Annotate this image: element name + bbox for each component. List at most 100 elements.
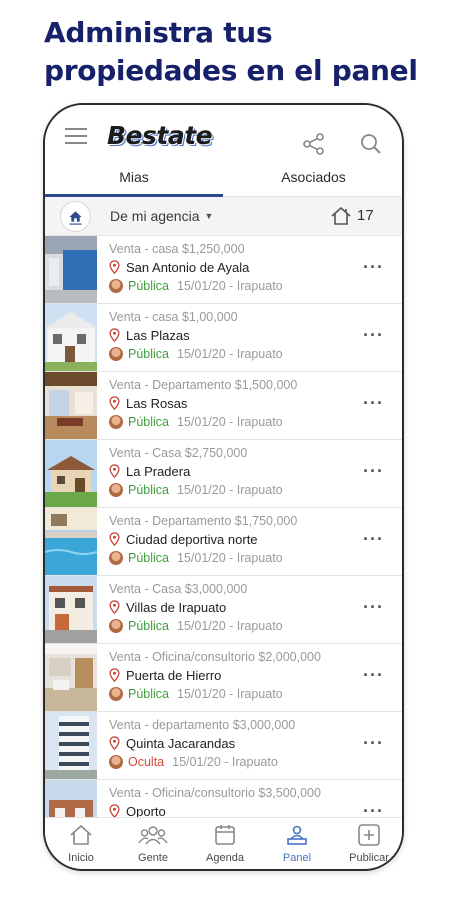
agent-avatar xyxy=(109,619,123,633)
listing-location-text: Puerta de Hierro xyxy=(126,668,222,683)
listing-meta: Oculta 15/01/20 - Irapuato xyxy=(109,755,278,769)
location-pin-icon xyxy=(109,736,120,750)
nav-label-publicar: Publicar xyxy=(349,852,389,864)
listing-type-price: Venta - casa $1,250,000 xyxy=(109,242,245,256)
property-photo xyxy=(45,236,97,303)
property-row[interactable]: Venta - Oficina/consultorio $2,000,000 Pu… xyxy=(45,644,402,712)
listing-type-price: Venta - Departamento $1,500,000 xyxy=(109,378,298,392)
search-icon[interactable] xyxy=(360,133,382,155)
property-row[interactable]: Venta - casa $1,00,000 Las Plazas Pública 1… xyxy=(45,304,402,372)
agency-logo-icon xyxy=(60,201,91,232)
listing-location-text: Villas de Irapuato xyxy=(126,600,227,615)
tab-mias[interactable]: Mias xyxy=(45,157,223,197)
people-icon xyxy=(138,826,168,845)
headline-line-1: Administra tus xyxy=(44,16,273,49)
property-row[interactable]: Venta - Departamento $1,750,000 Ciudad de… xyxy=(45,508,402,576)
listing-meta: Pública 15/01/20 - Irapuato xyxy=(109,687,283,701)
listing-status: Pública xyxy=(128,415,169,429)
listing-location: Puerta de Hierro xyxy=(109,668,221,683)
listing-location: Oporto xyxy=(109,804,166,817)
nav-label-inicio: Inicio xyxy=(68,852,94,864)
listing-meta: Pública 15/01/20 - Irapuato xyxy=(109,415,283,429)
app-logo: Bestate xyxy=(107,121,213,150)
listing-date-city: 15/01/20 - Irapuato xyxy=(177,483,283,497)
panel-icon xyxy=(287,825,307,845)
listing-location-text: San Antonio de Ayala xyxy=(126,260,250,275)
listing-date-city: 15/01/20 - Irapuato xyxy=(172,755,278,769)
listing-meta: Pública 15/01/20 - Irapuato xyxy=(109,483,283,497)
listing-date-city: 15/01/20 - Irapuato xyxy=(177,415,283,429)
property-photo xyxy=(45,508,97,575)
listing-location-text: Ciudad deportiva norte xyxy=(126,532,258,547)
home-icon xyxy=(70,825,92,845)
listing-location-text: La Pradera xyxy=(126,464,191,479)
listing-date-city: 15/01/20 - Irapuato xyxy=(177,687,283,701)
property-photo xyxy=(45,440,97,507)
listing-type-price: Venta - Casa $3,000,000 xyxy=(109,582,248,596)
listing-type-price: Venta - Oficina/consultorio $2,000,000 xyxy=(109,650,321,664)
agency-filter-dropdown[interactable]: De mi agencia ▼ xyxy=(110,208,213,224)
app-top-bar: Bestate xyxy=(45,105,402,157)
more-options-icon[interactable]: ··· xyxy=(363,529,384,550)
nav-inicio[interactable]: Inicio xyxy=(45,823,117,864)
listing-status: Pública xyxy=(128,551,169,565)
nav-agenda[interactable]: Agenda xyxy=(189,823,261,864)
property-row[interactable]: Venta - Casa $2,750,000 La Pradera Pública… xyxy=(45,440,402,508)
nav-gente[interactable]: Gente xyxy=(117,823,189,864)
property-photo xyxy=(45,372,97,439)
listing-location: Ciudad deportiva norte xyxy=(109,532,258,547)
listing-meta: Pública 15/01/20 - Irapuato xyxy=(109,619,283,633)
more-options-icon[interactable]: ··· xyxy=(363,801,384,817)
tab-bar: Mias Asociados xyxy=(45,157,402,197)
agency-filter-bar: De mi agencia ▼ 17 xyxy=(45,197,402,236)
more-options-icon[interactable]: ··· xyxy=(363,665,384,686)
listing-location-text: Las Rosas xyxy=(126,396,188,411)
headline-line-2: propiedades en el panel xyxy=(44,54,418,87)
agent-avatar xyxy=(109,347,123,361)
listing-date-city: 15/01/20 - Irapuato xyxy=(177,619,283,633)
listing-status: Pública xyxy=(128,687,169,701)
agent-avatar xyxy=(109,279,123,293)
plus-square-icon xyxy=(358,824,380,846)
listing-meta: Pública 15/01/20 - Irapuato xyxy=(109,279,283,293)
property-row[interactable]: Venta - Oficina/consultorio $3,500,000 Op… xyxy=(45,780,402,817)
listing-status: Pública xyxy=(128,619,169,633)
location-pin-icon xyxy=(109,668,120,682)
more-options-icon[interactable]: ··· xyxy=(363,257,384,278)
property-photo xyxy=(45,712,97,779)
location-pin-icon xyxy=(109,260,120,274)
more-options-icon[interactable]: ··· xyxy=(363,325,384,346)
listing-meta: Pública 15/01/20 - Irapuato xyxy=(109,347,283,361)
property-row[interactable]: Venta - Casa $3,000,000 Villas de Irapuat… xyxy=(45,576,402,644)
more-options-icon[interactable]: ··· xyxy=(363,597,384,618)
caret-down-icon: ▼ xyxy=(204,211,214,221)
phone-frame: Bestate Mias Asociados De mi agencia ▼ 1… xyxy=(43,103,404,871)
property-row[interactable]: Venta - Departamento $1,500,000 Las Rosas… xyxy=(45,372,402,440)
agent-avatar xyxy=(109,755,123,769)
more-options-icon[interactable]: ··· xyxy=(363,393,384,414)
nav-label-gente: Gente xyxy=(138,852,168,864)
hamburger-menu-icon[interactable] xyxy=(65,128,87,144)
location-pin-icon xyxy=(109,328,120,342)
property-photo xyxy=(45,576,97,643)
more-options-icon[interactable]: ··· xyxy=(363,461,384,482)
property-row[interactable]: Venta - departamento $3,000,000 Quinta Ja… xyxy=(45,712,402,780)
nav-label-panel: Panel xyxy=(282,852,312,864)
listing-type-price: Venta - departamento $3,000,000 xyxy=(109,718,296,732)
listing-status: Pública xyxy=(128,483,169,497)
agent-avatar xyxy=(109,551,123,565)
property-photo xyxy=(45,644,97,711)
calendar-icon xyxy=(215,825,235,845)
nav-publicar[interactable]: Publicar xyxy=(333,823,402,864)
listing-type-price: Venta - Casa $2,750,000 xyxy=(109,446,248,460)
listing-type-price: Venta - Departamento $1,750,000 xyxy=(109,514,298,528)
tab-asociados[interactable]: Asociados xyxy=(223,157,402,197)
listing-date-city: 15/01/20 - Irapuato xyxy=(177,347,283,361)
nav-panel[interactable]: Panel xyxy=(261,823,333,864)
property-row[interactable]: Venta - casa $1,250,000 San Antonio de Ay… xyxy=(45,236,402,304)
listing-location: Las Plazas xyxy=(109,328,190,343)
share-icon[interactable] xyxy=(303,133,325,155)
listing-status: Oculta xyxy=(128,755,165,769)
location-pin-icon xyxy=(109,600,120,614)
more-options-icon[interactable]: ··· xyxy=(363,733,384,754)
